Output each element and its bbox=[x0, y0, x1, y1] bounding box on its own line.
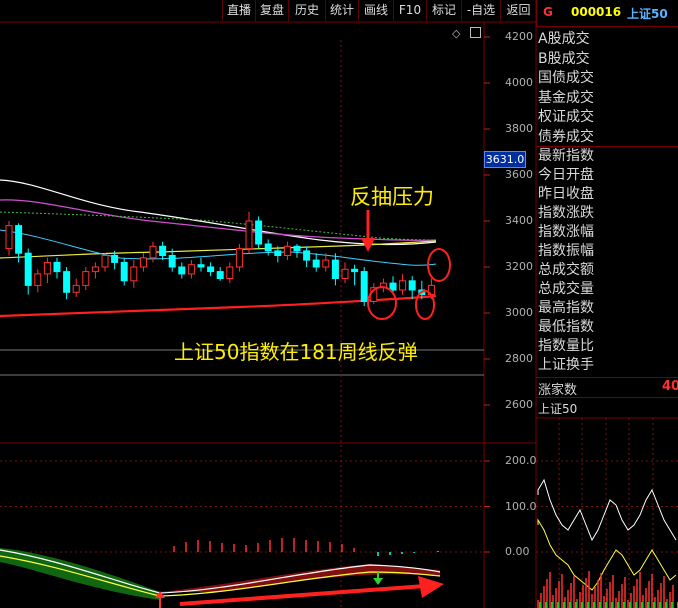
y-tick-label: 2600 bbox=[505, 398, 533, 411]
quote-field-label: 指数涨幅 bbox=[538, 224, 594, 240]
candle-body bbox=[293, 245, 301, 252]
ma-cyan-line bbox=[0, 229, 437, 266]
candle-body bbox=[341, 268, 349, 279]
current-price-tag: 3631.0 bbox=[484, 151, 526, 168]
quote-field-label: 总成交量 bbox=[538, 281, 594, 297]
candle-body bbox=[130, 266, 138, 282]
security-code: 000016 bbox=[571, 5, 622, 19]
quote-field-label: 今日开盘 bbox=[538, 167, 594, 183]
candle-body bbox=[255, 220, 263, 245]
y-tick-label: 3200 bbox=[505, 260, 533, 273]
quote-field-label: 最低指数 bbox=[538, 319, 594, 335]
candle-body bbox=[264, 243, 272, 252]
annotation-resistance: 反抽压力 bbox=[350, 185, 434, 209]
y-tick-label: 2800 bbox=[505, 352, 533, 365]
window-icon[interactable] bbox=[470, 27, 481, 38]
candle-body bbox=[111, 255, 119, 263]
candle-body bbox=[15, 225, 23, 254]
candle-body bbox=[197, 264, 205, 268]
highlight-circle bbox=[415, 290, 435, 320]
candle-body bbox=[120, 261, 128, 282]
quote-field-label: 总成交额 bbox=[538, 262, 594, 278]
candle-body bbox=[283, 245, 291, 257]
highlight-circle bbox=[367, 286, 397, 320]
quote-header: G 000016 上证50 bbox=[536, 0, 678, 27]
candle-body bbox=[216, 271, 224, 280]
ma-green-line bbox=[0, 211, 437, 241]
advancers-value: 40 bbox=[662, 379, 678, 394]
security-name: 上证50 bbox=[627, 7, 668, 21]
candle-body bbox=[159, 245, 167, 257]
candle-body bbox=[235, 248, 243, 268]
quote-field-label: 指数振幅 bbox=[538, 243, 594, 259]
candle-body bbox=[91, 266, 99, 273]
y-tick-label: 4000 bbox=[505, 76, 533, 89]
y-tick-label: 3600 bbox=[505, 168, 533, 181]
candle-body bbox=[187, 264, 195, 275]
candle-body bbox=[53, 261, 61, 273]
quote-field-label: A股成交 bbox=[538, 31, 590, 47]
quote-field-label: 最新指数 bbox=[538, 148, 594, 164]
candle-body bbox=[389, 282, 397, 291]
advancers-label: 涨家数 bbox=[538, 383, 578, 398]
quote-field-label: 基金成交 bbox=[538, 89, 594, 106]
candle-body bbox=[399, 280, 407, 291]
candle-body bbox=[34, 273, 42, 286]
diamond-icon[interactable]: ◇ bbox=[452, 27, 460, 40]
candle-body bbox=[72, 284, 80, 293]
quote-field-label: 最高指数 bbox=[538, 300, 594, 316]
quote-field-label: B股成交 bbox=[538, 50, 590, 67]
candle-body bbox=[43, 261, 51, 275]
quote-field-label: 国债成交 bbox=[538, 70, 594, 86]
indicator-tick-label: 200.0 bbox=[505, 454, 537, 467]
y-tick-label: 3400 bbox=[505, 214, 533, 227]
sell-arrow-head bbox=[373, 578, 383, 585]
y-tick-label: 3800 bbox=[505, 122, 533, 135]
candle-body bbox=[408, 280, 416, 291]
quote-field-label: 指数涨跌 bbox=[538, 205, 594, 221]
annotation-support: 上证50指数在181周线反弹 bbox=[174, 340, 418, 364]
candle-body bbox=[245, 220, 253, 250]
candle-body bbox=[168, 255, 176, 268]
candle-body bbox=[101, 255, 109, 268]
quote-field-label: 权证成交 bbox=[538, 109, 594, 125]
candle-body bbox=[331, 259, 339, 280]
quote-field-label: 昨日收盘 bbox=[538, 186, 594, 202]
candle-body bbox=[149, 245, 157, 259]
mini-chart-title: 上证50 bbox=[538, 402, 578, 416]
candle-body bbox=[303, 250, 311, 261]
candle-body bbox=[5, 225, 13, 250]
candle-body bbox=[351, 268, 359, 273]
candle-body bbox=[63, 271, 71, 293]
quote-field-label: 债券成交 bbox=[538, 128, 594, 145]
candle-body bbox=[178, 266, 186, 275]
candle-body bbox=[207, 266, 215, 273]
trend-arrow-head bbox=[418, 576, 444, 598]
candle-body bbox=[322, 259, 330, 268]
quote-field-label: 上证换手 bbox=[538, 357, 594, 373]
y-tick-label: 3000 bbox=[505, 306, 533, 319]
candle-body bbox=[139, 257, 147, 268]
candle-body bbox=[82, 271, 90, 286]
candle-body bbox=[226, 266, 234, 279]
candle-body bbox=[24, 252, 32, 286]
quote-field-label: 指数量比 bbox=[538, 338, 594, 354]
market-flag: G bbox=[543, 5, 553, 19]
indicator-tick-label: 100.0 bbox=[505, 499, 537, 513]
candle-body bbox=[312, 259, 320, 268]
y-tick-label: 4200 bbox=[505, 30, 533, 43]
candle-body bbox=[360, 271, 368, 303]
candle-body bbox=[274, 250, 282, 256]
indicator-tick-label: 0.00 bbox=[505, 545, 530, 558]
